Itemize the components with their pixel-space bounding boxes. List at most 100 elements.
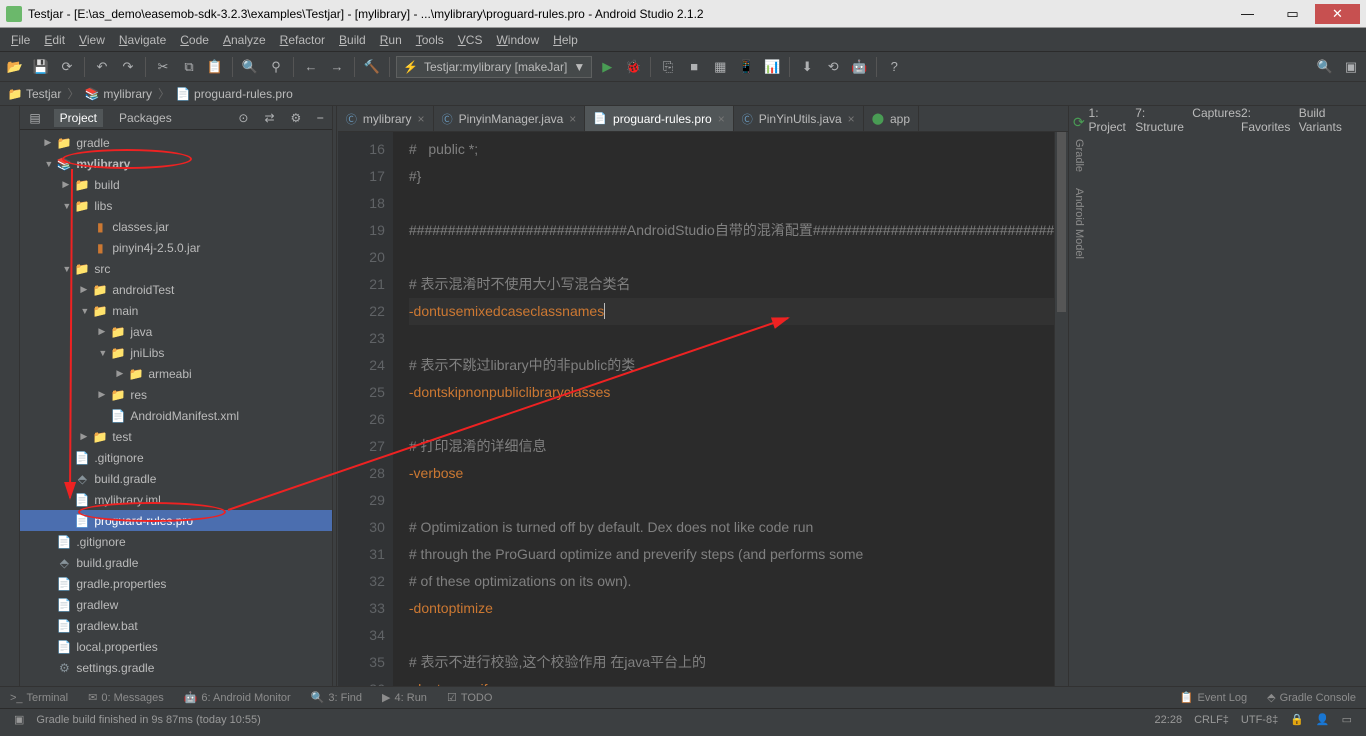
status-icon[interactable]: ▣: [8, 713, 30, 726]
close-tab-icon[interactable]: ×: [848, 112, 855, 126]
tree-item-mylibrary[interactable]: ▼📚mylibrary: [20, 153, 332, 174]
memory-indicator[interactable]: ▭: [1336, 713, 1358, 726]
code-line[interactable]: # of these optimizations on its own).: [409, 568, 1054, 595]
code-line[interactable]: # 表示混淆时不使用大小写混合类名: [409, 271, 1054, 298]
stop-icon[interactable]: ■: [683, 56, 705, 78]
tree-item-local-properties[interactable]: 📄local.properties: [20, 636, 332, 657]
close-tab-icon[interactable]: ×: [718, 112, 725, 126]
back-icon[interactable]: ←: [300, 56, 322, 78]
sdk-icon[interactable]: ⬇: [796, 56, 818, 78]
code-line[interactable]: # 表示不跳过library中的非public的类: [409, 352, 1054, 379]
tree-item-settings-gradle[interactable]: ⚙settings.gradle: [20, 657, 332, 678]
tree-item-build-gradle[interactable]: ⬘build.gradle: [20, 468, 332, 489]
replace-icon[interactable]: ⚲: [265, 56, 287, 78]
packages-tab[interactable]: Packages: [113, 109, 178, 127]
menu-navigate[interactable]: Navigate: [112, 33, 173, 47]
tool-tab-structure[interactable]: 7: Structure: [1135, 106, 1192, 686]
tree-item-jnilibs[interactable]: ▼📁jniLibs: [20, 342, 332, 363]
bottom-tab-0--messages[interactable]: ✉0: Messages: [78, 691, 174, 704]
cut-icon[interactable]: ✂: [152, 56, 174, 78]
menu-build[interactable]: Build: [332, 33, 373, 47]
editor-scrollbar[interactable]: [1054, 132, 1068, 686]
close-tab-icon[interactable]: ×: [418, 112, 425, 126]
tree-item-androidmanifest-xml[interactable]: 📄AndroidManifest.xml: [20, 405, 332, 426]
tree-item-gradle-properties[interactable]: 📄gradle.properties: [20, 573, 332, 594]
status-encoding[interactable]: UTF-8‡: [1235, 714, 1284, 726]
tool-tab-project[interactable]: 1: Project: [1089, 106, 1136, 686]
menu-help[interactable]: Help: [546, 33, 585, 47]
code-line[interactable]: # public *;: [409, 136, 1054, 163]
bottom-tab-gradle-console[interactable]: ⬘Gradle Console: [1257, 691, 1366, 704]
tree-item-test[interactable]: ▶📁test: [20, 426, 332, 447]
tree-item-pinyin4j-2-5-0-jar[interactable]: ▮pinyin4j-2.5.0.jar: [20, 237, 332, 258]
status-linesep[interactable]: CRLF‡: [1188, 714, 1235, 726]
editor-tab-proguard-rules-pro[interactable]: 📄proguard-rules.pro×: [585, 106, 733, 131]
menu-analyze[interactable]: Analyze: [216, 33, 273, 47]
android-icon[interactable]: 🤖: [848, 56, 870, 78]
tree-item-java[interactable]: ▶📁java: [20, 321, 332, 342]
code-content[interactable]: # public *;#}###########################…: [393, 132, 1054, 686]
monitor-icon[interactable]: 📊: [761, 56, 783, 78]
redo-icon[interactable]: ↷: [117, 56, 139, 78]
tree-item-res[interactable]: ▶📁res: [20, 384, 332, 405]
editor-tab-pinyinmanager-java[interactable]: ⒸPinyinManager.java×: [434, 106, 586, 131]
code-line[interactable]: # Optimization is turned off by default.…: [409, 514, 1054, 541]
menu-tools[interactable]: Tools: [409, 33, 451, 47]
autoscroll-icon[interactable]: ⇄: [261, 111, 277, 125]
save-icon[interactable]: 💾: [30, 56, 52, 78]
tree-item-proguard-rules-pro[interactable]: 📄proguard-rules.pro: [20, 510, 332, 531]
tree-item-build[interactable]: ▶📁build: [20, 174, 332, 195]
tree-item--gitignore[interactable]: 📄.gitignore: [20, 531, 332, 552]
scroll-thumb[interactable]: [1057, 132, 1066, 312]
forward-icon[interactable]: →: [326, 56, 348, 78]
editor-tab-app[interactable]: ⬤app: [864, 106, 919, 131]
layout-icon[interactable]: ▦: [709, 56, 731, 78]
code-line[interactable]: -dontoptimize: [409, 595, 1054, 622]
bottom-tab-todo[interactable]: ☑TODO: [437, 691, 502, 704]
bottom-tab-4--run[interactable]: ▶4: Run: [372, 691, 437, 704]
code-line[interactable]: [409, 622, 1054, 649]
tree-item-build-gradle[interactable]: ⬘build.gradle: [20, 552, 332, 573]
find-icon[interactable]: 🔍: [239, 56, 261, 78]
menu-run[interactable]: Run: [373, 33, 409, 47]
gradle-sync-icon[interactable]: ⟲: [822, 56, 844, 78]
menu-code[interactable]: Code: [173, 33, 216, 47]
tree-item-androidtest[interactable]: ▶📁androidTest: [20, 279, 332, 300]
breadcrumb-item[interactable]: 📚mylibrary: [81, 87, 156, 101]
code-line[interactable]: -verbose: [409, 460, 1054, 487]
tree-item-gradlew[interactable]: 📄gradlew: [20, 594, 332, 615]
code-line[interactable]: # through the ProGuard optimize and prev…: [409, 541, 1054, 568]
collapse-icon[interactable]: ⊙: [235, 111, 251, 125]
window-max-button[interactable]: ▭: [1270, 4, 1315, 24]
tree-item-libs[interactable]: ▼📁libs: [20, 195, 332, 216]
code-line[interactable]: [409, 406, 1054, 433]
bottom-tab-6--android-monitor[interactable]: 🤖6: Android Monitor: [174, 691, 301, 704]
menu-refactor[interactable]: Refactor: [273, 33, 332, 47]
project-view-icon[interactable]: ▤: [26, 111, 43, 125]
tree-item-classes-jar[interactable]: ▮classes.jar: [20, 216, 332, 237]
attach-icon[interactable]: ⎘: [657, 56, 679, 78]
menu-view[interactable]: View: [72, 33, 112, 47]
tree-item-src[interactable]: ▼📁src: [20, 258, 332, 279]
breadcrumb-item[interactable]: 📁Testjar: [4, 87, 65, 101]
debug-button[interactable]: 🐞: [622, 56, 644, 78]
tool-tab-gradle[interactable]: Gradle: [1073, 131, 1085, 180]
code-editor[interactable]: 1617181920212223242526272829303132333435…: [338, 132, 1068, 686]
paste-icon[interactable]: 📋: [204, 56, 226, 78]
undo-icon[interactable]: ↶: [91, 56, 113, 78]
editor-tab-pinyinutils-java[interactable]: ⒸPinYinUtils.java×: [734, 106, 864, 131]
tool-tab-favorites[interactable]: 2: Favorites: [1241, 106, 1299, 686]
tree-item-gradle[interactable]: ▶📁gradle: [20, 132, 332, 153]
bottom-tab-event-log[interactable]: 📋Event Log: [1170, 691, 1257, 704]
layout-toggle-icon[interactable]: ▣: [1340, 56, 1362, 78]
tool-tab-androidmodel[interactable]: Android Model: [1073, 180, 1085, 267]
menu-file[interactable]: File: [4, 33, 37, 47]
search-everywhere-icon[interactable]: 🔍: [1314, 56, 1336, 78]
window-min-button[interactable]: —: [1225, 4, 1270, 24]
menu-edit[interactable]: Edit: [37, 33, 72, 47]
close-tab-icon[interactable]: ×: [569, 112, 576, 126]
tree-item-mylibrary-iml[interactable]: 📄mylibrary.iml: [20, 489, 332, 510]
tool-tab-captures[interactable]: Captures: [1192, 106, 1241, 686]
open-icon[interactable]: 📂: [4, 56, 26, 78]
hector-icon[interactable]: 👤: [1310, 713, 1336, 726]
